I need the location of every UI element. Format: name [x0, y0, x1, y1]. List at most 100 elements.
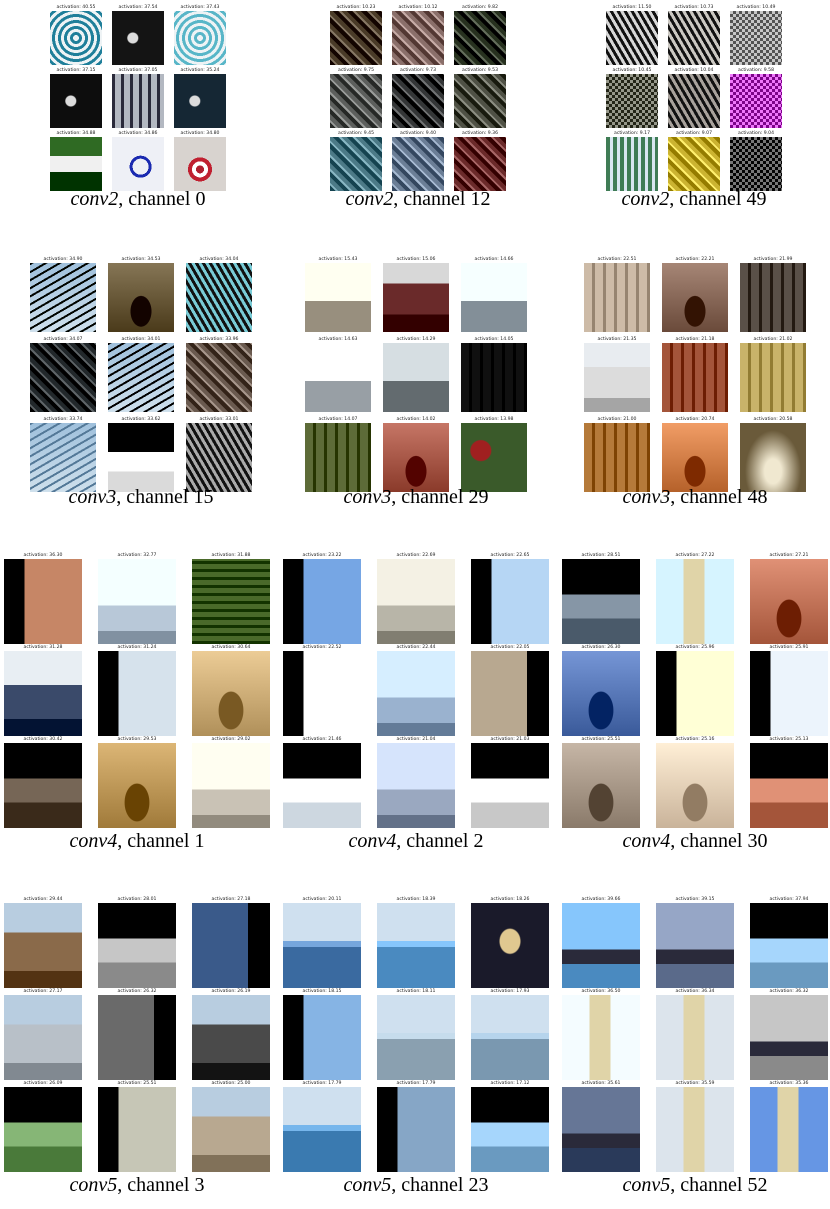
activation-cell: activation: 32.77	[98, 552, 176, 644]
thumbnail-image	[4, 995, 82, 1080]
thumbnail-image	[656, 743, 734, 828]
thumbnail-image	[471, 995, 549, 1080]
activation-cell: activation: 17.12	[471, 1080, 549, 1172]
thumbnail-image	[383, 343, 449, 412]
activation-cell: activation: 22.21	[662, 256, 728, 332]
thumbnail-image	[98, 651, 176, 736]
activation-label: activation: 25.13	[769, 737, 809, 742]
activation-cell: activation: 22.52	[283, 644, 361, 736]
caption-separator: ,	[396, 830, 407, 852]
thumbnail-image	[668, 74, 720, 128]
activation-cell: activation: 21.35	[584, 336, 650, 412]
activation-cell: activation: 10.45	[606, 67, 658, 128]
activation-cell: activation: 28.01	[98, 896, 176, 988]
activation-cell: activation: 31.24	[98, 644, 176, 736]
thumbnail-image	[192, 995, 270, 1080]
activation-cell: activation: 35.61	[562, 1080, 640, 1172]
caption-separator: ,	[669, 188, 680, 210]
activation-cell: activation: 14.07	[305, 416, 371, 492]
activation-cell: activation: 9.17	[606, 130, 658, 191]
thumbnail-image	[584, 423, 650, 492]
thumbnail-image	[305, 343, 371, 412]
activation-label: activation: 14.66	[474, 257, 514, 262]
activation-cell: activation: 21.03	[471, 736, 549, 828]
activation-label: activation: 35.59	[675, 1081, 715, 1086]
thumbnail-image	[108, 423, 174, 492]
activation-cell: activation: 31.88	[192, 552, 270, 644]
thumbnail-image	[668, 11, 720, 65]
activation-cell: activation: 33.74	[30, 416, 96, 492]
thumbnail-image	[192, 559, 270, 644]
thumbnail-image	[562, 743, 640, 828]
activation-label: activation: 10.23	[336, 5, 376, 10]
activation-label: activation: 22.52	[302, 645, 342, 650]
activation-label: activation: 10.45	[612, 68, 652, 73]
activation-label: activation: 21.18	[675, 337, 715, 342]
activation-label: activation: 27.17	[23, 989, 63, 994]
thumbnail-image	[4, 903, 82, 988]
activation-label: activation: 10.73	[674, 5, 714, 10]
caption-separator: ,	[393, 188, 404, 210]
caption-layer: conv3	[68, 486, 117, 508]
activation-label: activation: 18.15	[302, 989, 342, 994]
activation-cell: activation: 33.01	[186, 416, 252, 492]
thumbnail-image	[108, 263, 174, 332]
activation-label: activation: 15.43	[318, 257, 358, 262]
thumbnail-image	[454, 11, 506, 65]
activation-label: activation: 29.44	[23, 897, 63, 902]
activation-label: activation: 31.88	[211, 553, 251, 558]
activation-label: activation: 39.66	[581, 897, 621, 902]
activation-label: activation: 40.55	[56, 5, 96, 10]
thumbnail-image	[4, 651, 82, 736]
caption-separator: ,	[117, 830, 128, 852]
activation-cell: activation: 9.36	[454, 130, 506, 191]
activation-label: activation: 21.04	[396, 737, 436, 742]
panel-caption: conv2, channel 0	[30, 188, 246, 211]
thumbnail-image	[377, 651, 455, 736]
thumbnail-image	[740, 423, 806, 492]
activation-cell: activation: 18.11	[377, 988, 455, 1080]
activation-label: activation: 9.04	[738, 131, 774, 136]
activation-cell: activation: 27.17	[4, 988, 82, 1080]
caption-channel: channel 2	[406, 830, 484, 852]
activation-label: activation: 34.90	[43, 257, 83, 262]
thumbnail-image	[662, 423, 728, 492]
activation-cell: activation: 21.00	[584, 416, 650, 492]
activation-label: activation: 21.46	[302, 737, 342, 742]
thumbnail-image	[454, 137, 506, 191]
activation-cell: activation: 18.39	[377, 896, 455, 988]
activation-cell: activation: 22.05	[471, 644, 549, 736]
thumbnail-image	[283, 995, 361, 1080]
activation-label: activation: 35.36	[769, 1081, 809, 1086]
activation-label: activation: 25.91	[769, 645, 809, 650]
activation-label: activation: 33.01	[199, 417, 239, 422]
activation-cell: activation: 33.62	[108, 416, 174, 492]
activation-cell: activation: 17.79	[377, 1080, 455, 1172]
thumbnail-image	[740, 343, 806, 412]
activation-cell: activation: 33.96	[186, 336, 252, 412]
thumbnail-image	[283, 743, 361, 828]
activation-cell: activation: 30.64	[192, 644, 270, 736]
activation-label: activation: 9.73	[400, 68, 436, 73]
panel-caption: conv2, channel 49	[586, 188, 802, 211]
activation-label: activation: 34.80	[180, 131, 220, 136]
thumbnail-image	[662, 343, 728, 412]
activation-label: activation: 14.07	[318, 417, 358, 422]
thumbnail-image	[740, 263, 806, 332]
activation-cell: activation: 34.86	[112, 130, 164, 191]
thumbnail-image	[730, 137, 782, 191]
thumbnail-image	[30, 343, 96, 412]
activation-cell: activation: 34.53	[108, 256, 174, 332]
thumbnail-image	[192, 651, 270, 736]
activation-cell: activation: 36.32	[750, 988, 828, 1080]
caption-channel: channel 49	[679, 188, 767, 210]
activation-cell: activation: 20.58	[740, 416, 806, 492]
activation-cell: activation: 26.09	[4, 1080, 82, 1172]
thumbnail-image	[461, 423, 527, 492]
activation-cell: activation: 28.51	[562, 552, 640, 644]
activation-label: activation: 26.32	[117, 989, 157, 994]
activation-cell: activation: 14.29	[383, 336, 449, 412]
thumbnail-image	[112, 137, 164, 191]
caption-channel: channel 12	[403, 188, 491, 210]
activation-label: activation: 25.00	[211, 1081, 251, 1086]
